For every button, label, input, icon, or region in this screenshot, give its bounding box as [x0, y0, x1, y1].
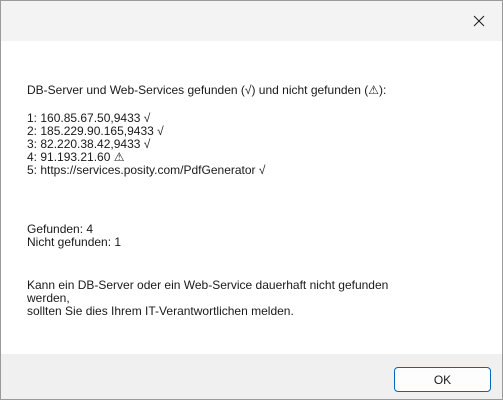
message-area: DB-Server und Web-Services gefunden (√) …	[1, 41, 502, 354]
service-entry: 5: https://services.posity.com/PdfGenera…	[27, 163, 266, 177]
not-found-count: Nicht gefunden: 1	[27, 235, 122, 249]
close-icon	[473, 15, 485, 27]
close-button[interactable]	[456, 1, 502, 41]
message-dialog: DB-Server und Web-Services gefunden (√) …	[0, 0, 503, 400]
notice-text: Kann ein DB-Server oder ein Web-Service …	[27, 278, 389, 292]
title-bar	[1, 1, 502, 41]
button-bar: OK	[1, 354, 502, 399]
ok-button[interactable]: OK	[394, 367, 491, 392]
notice-text: sollten Sie dies Ihrem IT-Verantwortlich…	[27, 304, 294, 318]
message-header: DB-Server und Web-Services gefunden (√) …	[27, 83, 387, 97]
